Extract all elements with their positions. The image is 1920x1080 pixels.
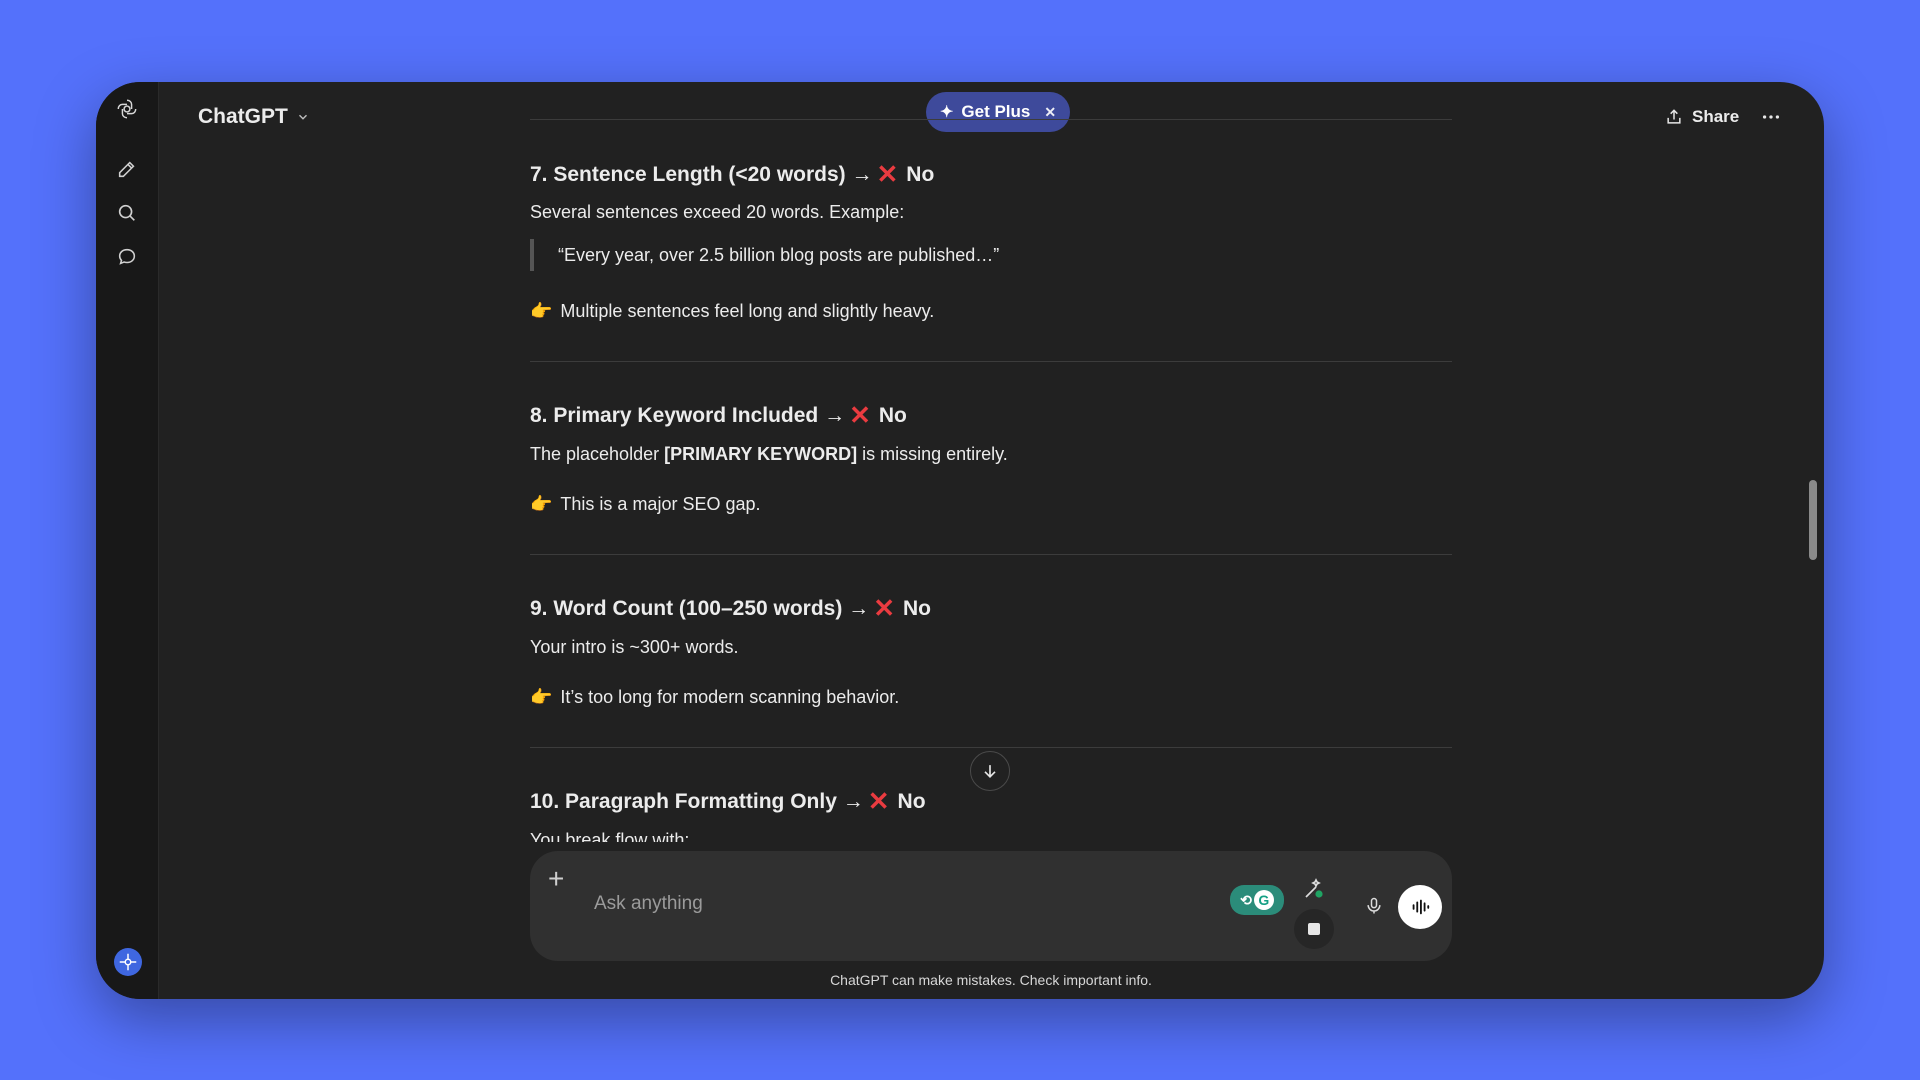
divider bbox=[530, 554, 1452, 555]
section-7-body: Several sentences exceed 20 words. Examp… bbox=[530, 202, 905, 222]
search-icon[interactable] bbox=[112, 198, 142, 228]
divider bbox=[530, 119, 1452, 120]
app-title: ChatGPT bbox=[198, 105, 288, 128]
pointing-hand-icon: 👉 bbox=[530, 687, 553, 707]
chat-bubble-icon[interactable] bbox=[112, 242, 142, 272]
cross-icon: ✕ bbox=[873, 593, 895, 623]
app-window: ChatGPT ✦ Get Plus ✕ Share 7. Sentence L… bbox=[96, 82, 1824, 999]
cross-icon: ✕ bbox=[867, 786, 890, 816]
chevron-down-icon bbox=[298, 114, 307, 120]
microphone-icon[interactable] bbox=[1360, 891, 1388, 921]
grammar-icon: G bbox=[1253, 890, 1274, 910]
voice-mode-button[interactable] bbox=[1398, 885, 1442, 929]
add-attachment-icon[interactable]: + bbox=[548, 863, 564, 895]
magic-pen-icon[interactable] bbox=[1298, 873, 1330, 905]
pointing-hand-icon: 👉 bbox=[530, 301, 553, 321]
scroll-down-button[interactable] bbox=[970, 751, 1010, 791]
pointing-hand-icon: 👉 bbox=[530, 494, 553, 514]
composer: + ⟲ G bbox=[530, 851, 1452, 961]
section-10-body: You break flow with: bbox=[530, 830, 690, 842]
extension-icon: ⟲ bbox=[1240, 891, 1252, 908]
section-8-body: The placeholder [PRIMARY KEYWORD] is mis… bbox=[530, 444, 1008, 464]
conversation: 7. Sentence Length (<20 words) → ✕ No Seve… bbox=[530, 82, 1452, 842]
chat-input[interactable] bbox=[592, 883, 1156, 925]
more-options-icon[interactable] bbox=[1756, 102, 1786, 132]
section-10-heading: 10. Paragraph Formatting Only → ✕ No bbox=[530, 786, 926, 816]
share-label: Share bbox=[1692, 107, 1740, 126]
divider bbox=[530, 747, 1452, 748]
cross-icon: ✕ bbox=[849, 400, 871, 430]
section-7-note: 👉 Multiple sentences feel long and slight… bbox=[530, 301, 935, 321]
section-9-body: Your intro is ~300+ words. bbox=[530, 637, 739, 657]
stop-icon bbox=[1308, 923, 1320, 935]
stop-button[interactable] bbox=[1294, 909, 1334, 949]
disclaimer: ChatGPT can make mistakes. Check importa… bbox=[830, 972, 1152, 988]
section-8-heading: 8. Primary Keyword Included → ✕ No bbox=[530, 400, 907, 430]
extension-badge[interactable]: ⟲ G bbox=[1230, 885, 1284, 915]
sidebar-rail bbox=[96, 82, 159, 999]
share-button[interactable]: Share bbox=[1664, 102, 1739, 132]
section-9-note: 👉 It’s too long for modern scanning behav… bbox=[530, 687, 900, 707]
edit-icon[interactable] bbox=[112, 154, 142, 184]
section-7-heading: 7. Sentence Length (<20 words) → ✕ No bbox=[530, 159, 935, 189]
openai-logo-icon[interactable] bbox=[112, 94, 142, 124]
arrow-down-icon bbox=[984, 765, 996, 779]
section-8-note: 👉 This is a major SEO gap. bbox=[530, 494, 761, 514]
model-selector[interactable]: ChatGPT bbox=[198, 102, 310, 132]
section-9-heading: 9. Word Count (100–250 words) → ✕ No bbox=[530, 593, 931, 623]
divider bbox=[530, 361, 1452, 362]
user-avatar[interactable] bbox=[114, 948, 142, 976]
cross-icon: ✕ bbox=[876, 159, 899, 189]
scrollbar[interactable] bbox=[1809, 480, 1817, 560]
voice-mode-icon bbox=[1412, 899, 1430, 915]
section-7-quote: “Every year, over 2.5 billion blog posts… bbox=[530, 239, 999, 271]
share-icon bbox=[1667, 109, 1681, 124]
